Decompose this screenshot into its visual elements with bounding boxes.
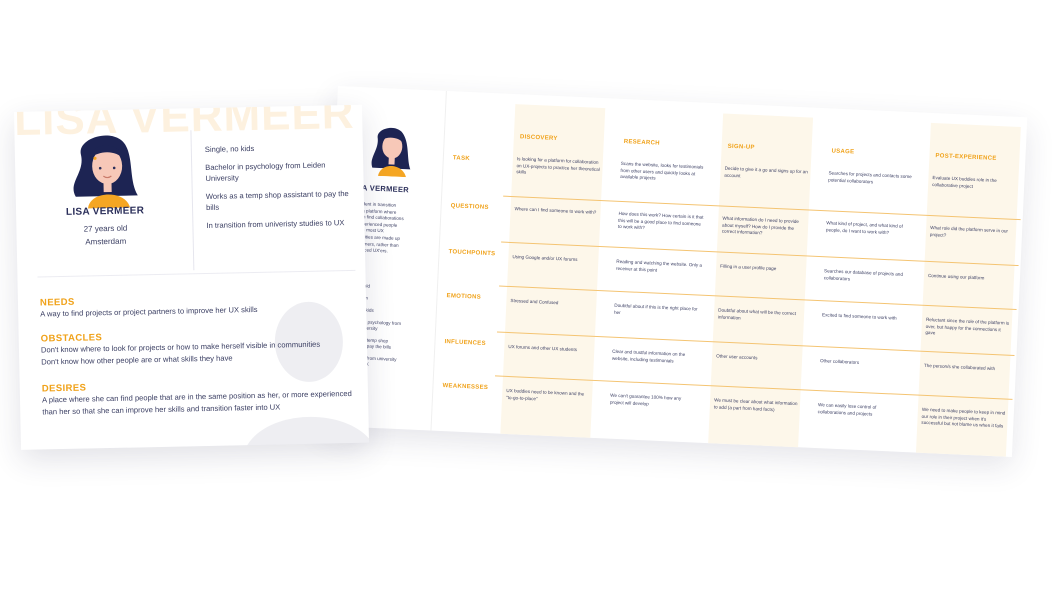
persona-background-name: LISA VERMEER — [14, 104, 356, 145]
row-label-weaknesses: WEAKNESSES — [442, 383, 489, 392]
journey-grid: DISCOVERY RESEARCH SIGN-UP USAGE POST-EX… — [432, 91, 1027, 457]
journey-cell: How does this work? How certain is it th… — [617, 210, 704, 231]
journey-cell: Is looking for a platform for collaborat… — [516, 156, 600, 175]
persona-card: LISA VERMEER LISA VERMEER 27 years old A… — [14, 104, 370, 450]
row-label-emotions: EMOTIONS — [446, 293, 482, 301]
journey-cell: We need to make people to keep in mind o… — [921, 406, 1006, 429]
row-label-questions: QUESTIONS — [450, 203, 489, 211]
stage-usage: USAGE — [831, 148, 855, 156]
vertical-divider — [190, 130, 195, 271]
persona-fact: Works as a temp shop assistant to pay th… — [205, 189, 349, 212]
persona-name: LISA VERMEER — [65, 205, 145, 218]
stage-sign-up: SIGN-UP — [727, 143, 755, 151]
horizontal-divider — [37, 269, 356, 278]
journey-cell: What information do I need to provide ab… — [721, 215, 800, 236]
persona-age: 27 years old — [83, 223, 128, 234]
journey-map-card: LISA VERMEER UX student in transition ne… — [322, 86, 1028, 457]
persona-avatar-small — [371, 127, 411, 178]
journey-cell: Reluctant since the role of the platform… — [925, 316, 1010, 336]
row-label-influences: INFLUENCES — [444, 339, 486, 347]
persona-facts: Single, no kids Bachelor in psychology f… — [205, 141, 355, 238]
persona-fact: In transition from univeristy studies to… — [206, 218, 345, 230]
persona-city: Amsterdam — [85, 236, 127, 247]
persona-fact: Single, no kids — [204, 143, 255, 155]
journey-cell: Scans the website, looks for testimonial… — [620, 160, 704, 181]
persona-avatar — [73, 135, 138, 209]
row-label-task: TASK — [452, 155, 471, 163]
persona-fact: Bachelor in psychology from Leiden Unive… — [205, 160, 326, 184]
obstacles-section: OBSTACLES Don't know where to look for p… — [41, 327, 352, 368]
row-label-touchpoints: TOUCHPOINTS — [448, 249, 496, 258]
persona-journey-mockup: LISA VERMEER UX student in transition ne… — [0, 0, 1057, 600]
desires-section: DESIRES A place where she can find peopl… — [42, 377, 353, 418]
